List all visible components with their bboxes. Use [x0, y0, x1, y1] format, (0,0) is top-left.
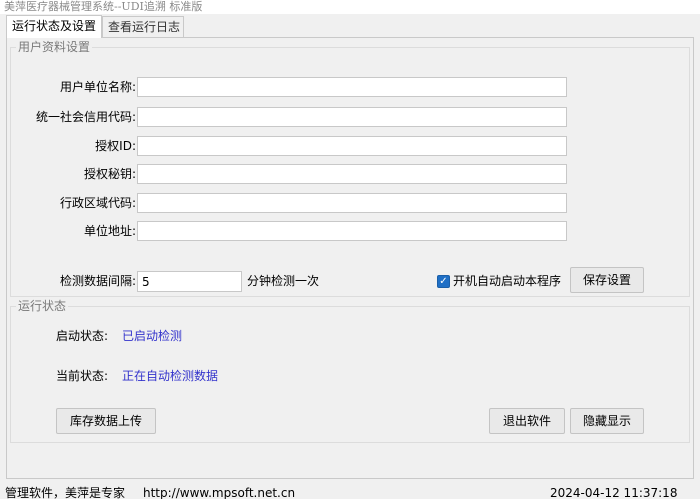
autostart-label[interactable]: 开机自动启动本程序	[453, 272, 561, 290]
profile-settings-group: 用户资料设置 用户单位名称: 统一社会信用代码: 授权ID: 授权秘钥: 行政区…	[10, 39, 690, 297]
address-field[interactable]	[137, 221, 567, 241]
tab-panel: 用户资料设置 用户单位名称: 统一社会信用代码: 授权ID: 授权秘钥: 行政区…	[6, 37, 694, 479]
org-name-label: 用户单位名称:	[59, 80, 136, 94]
hide-window-button[interactable]: 隐藏显示	[570, 408, 644, 434]
region-code-label: 行政区域代码:	[59, 196, 136, 210]
status-bar: 管理软件，美萍是专家 http://www.mpsoft.net.cn 2024…	[0, 483, 700, 499]
interval-unit-label: 分钟检测一次	[247, 274, 320, 288]
auth-id-field[interactable]	[137, 136, 567, 156]
checkmark-icon: ✓	[439, 276, 448, 287]
auth-id-label: 授权ID:	[95, 139, 136, 153]
auth-secret-field[interactable]	[137, 164, 567, 184]
profile-settings-title: 用户资料设置	[16, 39, 93, 55]
exit-app-button[interactable]: 退出软件	[489, 408, 565, 434]
org-name-field[interactable]	[137, 77, 567, 97]
run-status-group: 运行状态 启动状态: 已启动检测 当前状态: 正在自动检测数据 库存数据上传 退…	[10, 298, 690, 443]
upload-inventory-button[interactable]: 库存数据上传	[56, 408, 156, 434]
tab-view-run-log[interactable]: 查看运行日志	[102, 16, 184, 37]
auth-secret-label: 授权秘钥:	[83, 167, 136, 181]
status-url-link[interactable]: http://www.mpsoft.net.cn	[143, 485, 295, 499]
run-status-title: 运行状态	[16, 298, 69, 314]
credit-code-label: 统一社会信用代码:	[35, 110, 136, 124]
start-state-label: 启动状态:	[56, 329, 109, 343]
region-code-field[interactable]	[137, 193, 567, 213]
status-datetime: 2024-04-12 11:37:18	[550, 486, 678, 499]
save-settings-button[interactable]: 保存设置	[570, 267, 644, 293]
interval-label: 检测数据间隔:	[59, 274, 136, 288]
interval-field[interactable]	[137, 271, 242, 292]
window-title: 美萍医疗器械管理系统--UDI追溯 标准版	[0, 0, 700, 14]
address-label: 单位地址:	[83, 224, 136, 238]
autostart-checkbox[interactable]: ✓	[437, 275, 450, 288]
credit-code-field[interactable]	[137, 107, 567, 127]
status-slogan: 管理软件，美萍是专家	[5, 486, 126, 499]
current-state-label: 当前状态:	[56, 369, 109, 383]
current-state-value: 正在自动检测数据	[122, 369, 219, 383]
start-state-value: 已启动检测	[122, 329, 183, 343]
tab-run-status-settings[interactable]: 运行状态及设置	[6, 15, 102, 38]
